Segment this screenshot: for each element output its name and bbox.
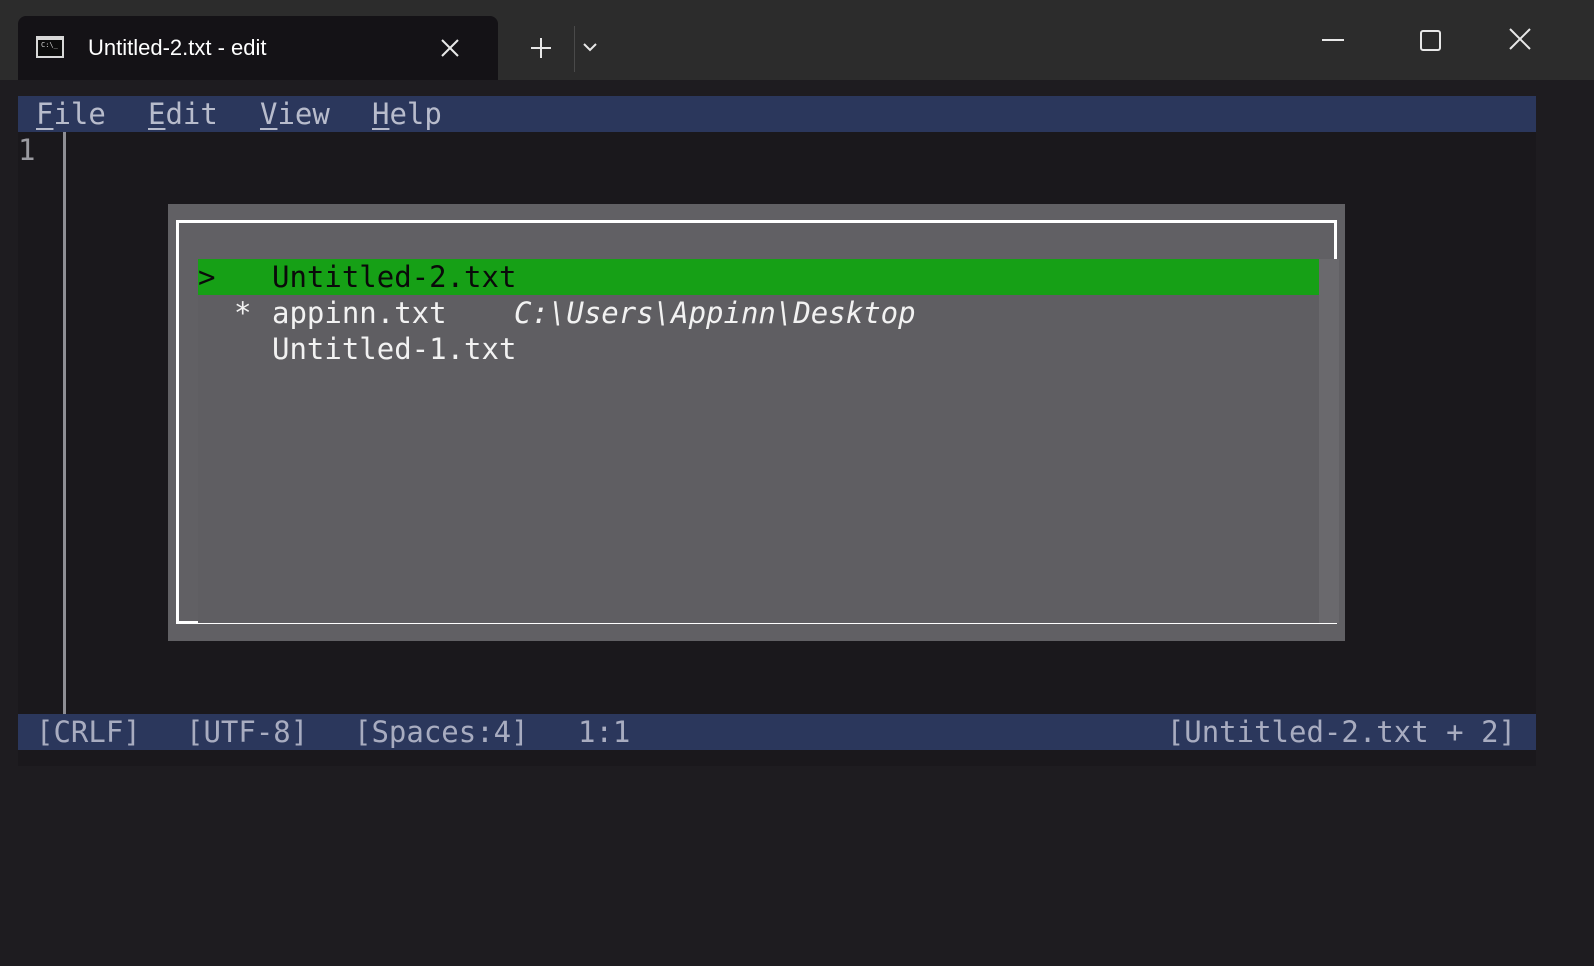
indentation-indicator[interactable]: [Spaces:4] <box>354 714 529 750</box>
terminal-icon: C:\_ <box>36 36 64 58</box>
gutter-divider <box>63 132 66 714</box>
menu-bar: File Edit View Help <box>18 96 1536 132</box>
terminal-content[interactable]: File Edit View Help 1 > Untitled-2.txt *… <box>18 96 1536 766</box>
close-icon[interactable] <box>1490 18 1550 62</box>
file-name: Untitled-2.txt <box>272 260 517 294</box>
chevron-down-icon[interactable] <box>580 24 620 64</box>
tab-divider <box>574 26 575 72</box>
plus-icon[interactable] <box>520 24 560 64</box>
modified-marker: * <box>234 296 252 330</box>
line-number: 1 <box>18 133 36 167</box>
file-name: Untitled-1.txt <box>272 332 517 366</box>
line-ending-indicator[interactable]: [CRLF] <box>36 714 141 750</box>
cursor-position[interactable]: 1:1 <box>578 714 630 750</box>
file-path: C:\Users\Appinn\Desktop <box>514 296 916 330</box>
document-switcher-dialog: > Untitled-2.txt * appinn.txt C:\Users\A… <box>168 204 1345 641</box>
status-bar: [CRLF] [UTF-8] [Spaces:4] 1:1 [Untitled-… <box>18 714 1536 750</box>
dialog-border: > Untitled-2.txt * appinn.txt C:\Users\A… <box>176 220 1339 624</box>
list-item[interactable]: > Untitled-2.txt <box>198 259 1319 295</box>
title-bar: C:\_ Untitled-2.txt - edit <box>0 0 1594 80</box>
tab-untitled-2[interactable]: C:\_ Untitled-2.txt - edit <box>18 16 498 80</box>
selection-marker: > <box>198 260 216 294</box>
tab-title: Untitled-2.txt - edit <box>88 35 267 60</box>
menu-file[interactable]: File <box>36 96 106 132</box>
file-name: appinn.txt <box>272 296 447 330</box>
terminal-window: C:\_ Untitled-2.txt - edit File Edit Vie… <box>0 0 1594 802</box>
minimize-icon[interactable] <box>1308 18 1368 62</box>
document-indicator[interactable]: [Untitled-2.txt + 2] <box>1167 714 1516 750</box>
menu-edit[interactable]: Edit <box>148 96 218 132</box>
scrollbar-track[interactable] <box>1319 259 1339 623</box>
maximize-icon[interactable] <box>1400 18 1460 62</box>
list-item[interactable]: Untitled-1.txt <box>198 331 516 367</box>
list-item[interactable]: * appinn.txt C:\Users\Appinn\Desktop <box>198 295 916 331</box>
menu-help[interactable]: Help <box>372 96 442 132</box>
encoding-indicator[interactable]: [UTF-8] <box>186 714 308 750</box>
close-icon[interactable] <box>436 34 464 62</box>
file-list[interactable]: > Untitled-2.txt * appinn.txt C:\Users\A… <box>198 259 1338 623</box>
menu-view[interactable]: View <box>260 96 330 132</box>
